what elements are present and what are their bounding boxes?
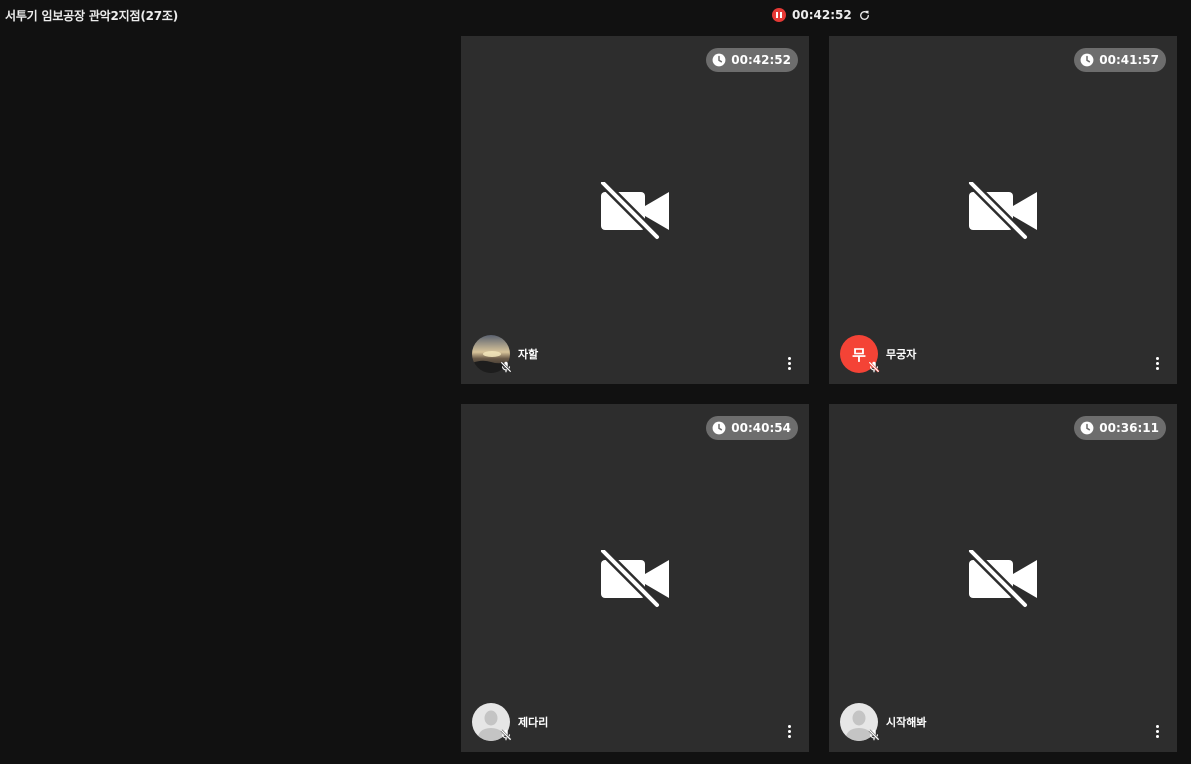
avatar[interactable] — [472, 335, 512, 373]
pause-icon[interactable] — [772, 8, 786, 22]
timer-badge: 00:42:52 — [706, 48, 798, 72]
participant-info: 자할 — [472, 335, 538, 373]
clock-icon — [1080, 421, 1094, 435]
timer-badge: 00:41:57 — [1074, 48, 1166, 72]
session-status: 00:42:52 — [772, 8, 871, 22]
camera-off-icon — [967, 550, 1037, 608]
participant-timer: 00:41:57 — [1099, 53, 1159, 67]
timer-badge: 00:36:11 — [1074, 416, 1166, 440]
more-options-icon[interactable] — [784, 723, 794, 739]
participant-name: 자할 — [518, 348, 539, 361]
participant-tile[interactable]: 00:41:57 무 무궁자 — [829, 36, 1177, 384]
clock-icon — [1080, 53, 1094, 67]
session-timer: 00:42:52 — [792, 8, 852, 22]
mic-off-icon — [868, 729, 880, 741]
top-bar: 서투기 임보공장 관악2지점(27조) 00:42:52 — [0, 0, 1191, 34]
more-options-icon[interactable] — [1152, 355, 1162, 371]
participant-tile[interactable]: 00:36:11 시작해봐 — [829, 404, 1177, 752]
camera-off-icon — [967, 182, 1037, 240]
participant-info: 시작해봐 — [840, 703, 926, 741]
room-title: 서투기 임보공장 관악2지점(27조) — [5, 9, 179, 23]
participant-info: 무 무궁자 — [840, 335, 916, 373]
mic-off-icon — [500, 729, 512, 741]
clock-icon — [712, 421, 726, 435]
participant-name: 제다리 — [518, 716, 549, 729]
avatar[interactable]: 무 — [840, 335, 880, 373]
participant-name: 시작해봐 — [886, 716, 927, 729]
camera-off-icon — [599, 182, 669, 240]
avatar[interactable] — [472, 703, 512, 741]
camera-off-icon — [599, 550, 669, 608]
mic-off-icon — [868, 361, 880, 373]
participant-tile[interactable]: 00:42:52 자할 — [461, 36, 809, 384]
participant-info: 제다리 — [472, 703, 548, 741]
more-options-icon[interactable] — [784, 355, 794, 371]
mic-off-icon — [500, 361, 512, 373]
participant-timer: 00:42:52 — [731, 53, 791, 67]
more-options-icon[interactable] — [1152, 723, 1162, 739]
participant-timer: 00:40:54 — [731, 421, 791, 435]
study-room-screen: 서투기 임보공장 관악2지점(27조) 00:42:52 00:42:52 자할… — [0, 0, 1191, 764]
participant-name: 무궁자 — [886, 348, 917, 361]
timer-badge: 00:40:54 — [706, 416, 798, 440]
participant-timer: 00:36:11 — [1099, 421, 1159, 435]
participant-tile[interactable]: 00:40:54 제다리 — [461, 404, 809, 752]
avatar[interactable] — [840, 703, 880, 741]
clock-icon — [712, 53, 726, 67]
refresh-icon[interactable] — [858, 9, 871, 22]
